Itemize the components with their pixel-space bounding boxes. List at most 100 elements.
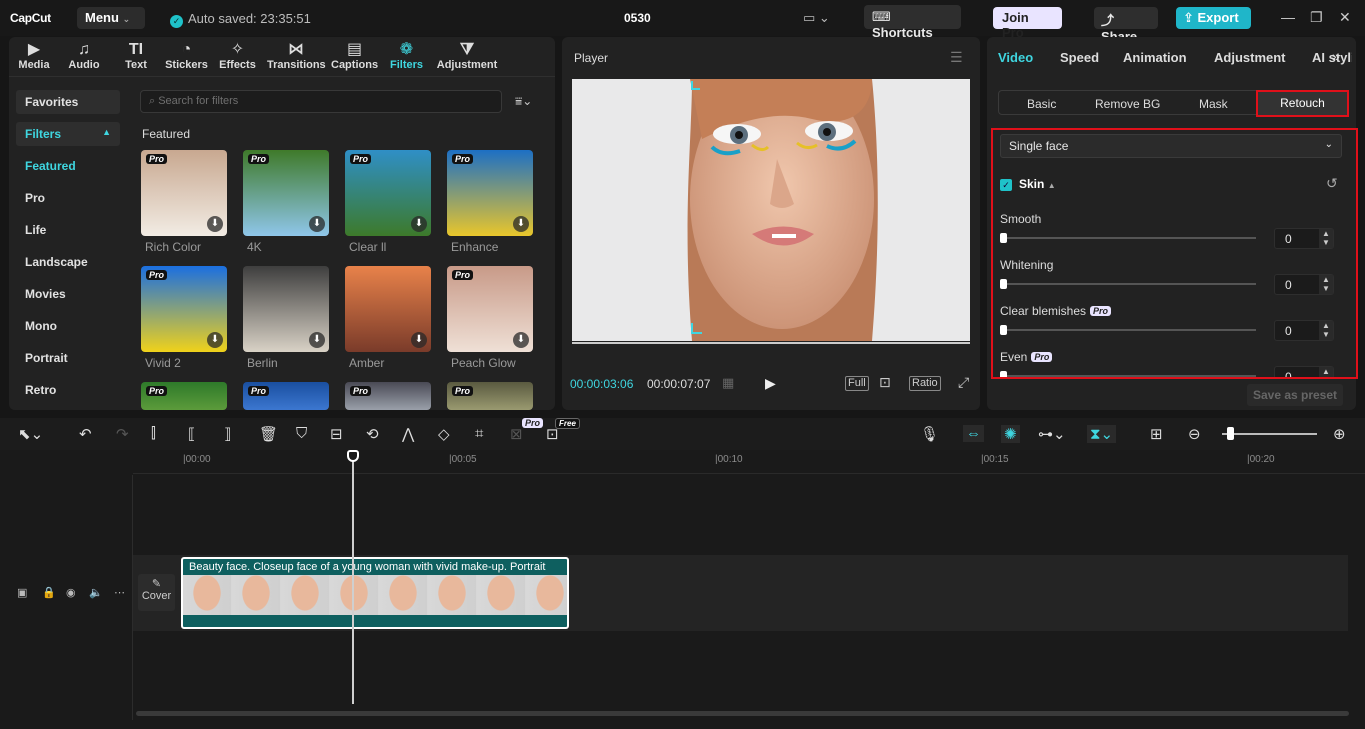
clear-blemishes-value[interactable]: 0 ▲ ▼ [1274, 320, 1334, 341]
export-button[interactable]: ⇪ Export [1176, 7, 1251, 29]
split-left-icon[interactable]: ⟦ [188, 425, 195, 443]
zoom-slider[interactable] [1222, 433, 1317, 435]
tab-effects[interactable]: ✧ Effects [219, 40, 256, 71]
download-icon[interactable]: ⬇ [411, 216, 427, 232]
subtab-mask[interactable]: Mask [1199, 97, 1228, 111]
select-cursor-icon[interactable]: ⬉⌄ [18, 425, 43, 443]
smooth-value[interactable]: 0 ▲ ▼ [1274, 228, 1334, 249]
filter-thumbnail[interactable]: Pro [345, 382, 431, 410]
playhead-handle[interactable] [347, 450, 359, 462]
split-icon[interactable]: ⫿ [151, 425, 156, 442]
microphone-icon[interactable]: 🎙 [920, 425, 939, 443]
play-icon[interactable]: ▶ [765, 375, 776, 392]
download-icon[interactable]: ⬇ [513, 216, 529, 232]
filter-thumbnail[interactable]: Pro ⬇ [243, 150, 329, 236]
save-preset-button[interactable]: Save as preset [1247, 384, 1343, 406]
eye-icon[interactable]: ◉ [66, 586, 76, 599]
nav-retro[interactable]: Retro [16, 378, 120, 402]
layout-icon[interactable]: ▭ ⌄ [803, 10, 830, 26]
subtab-remove-bg[interactable]: Remove BG [1095, 97, 1160, 111]
nav-filters[interactable]: Filters ▲ [16, 122, 120, 146]
even-slider[interactable] [1002, 375, 1256, 377]
join-pro-button[interactable]: Join Pro [993, 7, 1062, 40]
zoom-fit-icon[interactable]: ⊡ [879, 374, 891, 391]
auto-snap-icon[interactable]: ✺ [1001, 425, 1020, 443]
download-icon[interactable]: ⬇ [513, 332, 529, 348]
tab-media[interactable]: ▶ Media [17, 40, 51, 71]
rotate-icon[interactable]: ◇ [438, 425, 450, 443]
whitening-slider-handle[interactable] [1000, 279, 1007, 289]
filter-thumbnail[interactable]: Pro ⬇ [141, 266, 227, 352]
stepper-icon[interactable]: ▲▼ [1319, 229, 1333, 248]
redo-icon[interactable]: ↷ [116, 425, 129, 443]
nav-movies[interactable]: Movies [16, 282, 120, 306]
whitening-slider[interactable] [1002, 283, 1256, 285]
tab-text[interactable]: TI Text [121, 40, 151, 71]
tab-audio[interactable]: ♫ Audio [67, 40, 101, 71]
reset-icon[interactable]: ↺ [1326, 175, 1338, 192]
preview-axis-icon[interactable]: ⧗⌄ [1087, 425, 1117, 443]
full-button[interactable]: Full [845, 376, 869, 391]
tab-captions[interactable]: ▤ Captions [331, 40, 378, 71]
nav-favorites[interactable]: Favorites [16, 90, 120, 114]
mirror-icon[interactable]: ⋀ [402, 425, 414, 443]
filter-thumbnail[interactable]: Pro [447, 382, 533, 410]
filter-thumbnail[interactable]: ⬇ [243, 266, 329, 352]
stepper-icon[interactable]: ▲▼ [1319, 275, 1333, 294]
face-mode-select[interactable]: Single face ⌄ [1000, 134, 1342, 158]
close-icon[interactable]: ✕ [1339, 9, 1351, 26]
reverse-icon[interactable]: ⟲ [366, 425, 379, 443]
search-input[interactable]: ⌕ Search for filters [140, 90, 502, 113]
maximize-icon[interactable]: ❐ [1310, 9, 1323, 26]
track-preview-icon[interactable]: ▣ [17, 586, 27, 599]
even-value[interactable]: 0 ▲▼ [1274, 366, 1334, 377]
chevron-right-icon[interactable]: » [1332, 48, 1340, 64]
tab-stickers[interactable]: ◔ Stickers [165, 40, 208, 71]
smooth-slider[interactable] [1002, 237, 1256, 239]
filter-thumbnail[interactable]: ⬇ [345, 266, 431, 352]
nav-featured[interactable]: Featured [16, 154, 120, 178]
minimize-icon[interactable]: — [1281, 9, 1295, 25]
fullscreen-icon[interactable]: ⤢ [958, 374, 969, 391]
menu-button[interactable]: Menu ⌄ [77, 7, 145, 29]
filter-thumbnail[interactable]: Pro ⬇ [447, 150, 533, 236]
filter-thumbnail[interactable]: Pro ⬇ [447, 266, 533, 352]
player-progress[interactable] [572, 342, 970, 344]
split-right-icon[interactable]: ⟧ [224, 425, 231, 443]
tab-adjustment[interactable]: ⧩ Adjustment [436, 40, 498, 71]
filter-thumbnail[interactable]: Pro ⬇ [141, 150, 227, 236]
download-icon[interactable]: ⬇ [207, 332, 223, 348]
link-icon[interactable]: ⊶⌄ [1038, 425, 1066, 443]
marker-icon[interactable]: ⛉ [296, 425, 307, 442]
stepper-icon[interactable]: ▲▼ [1319, 321, 1333, 340]
subtab-basic[interactable]: Basic [1027, 97, 1056, 111]
zoom-slider-handle[interactable] [1227, 427, 1234, 440]
clear-blemishes-slider[interactable] [1002, 329, 1256, 331]
even-slider-handle[interactable] [1000, 371, 1007, 377]
freeze-icon[interactable]: ⊟ [330, 425, 343, 443]
nav-mono[interactable]: Mono [16, 314, 120, 338]
fit-icon[interactable]: ⊞ [1150, 425, 1163, 443]
download-icon[interactable]: ⬇ [309, 332, 325, 348]
menu-lines-icon[interactable]: ☰ [950, 49, 963, 66]
tab-animation[interactable]: Animation [1123, 50, 1187, 65]
main-track-magnet-icon[interactable]: ⇔ [963, 425, 984, 442]
time-ruler[interactable]: |00:00 |00:05 |00:10 |00:15 |00:20 [133, 450, 1365, 474]
clear-blemishes-slider-handle[interactable] [1000, 325, 1007, 335]
volume-icon[interactable]: 🔈 [89, 586, 103, 599]
nav-pro[interactable]: Pro [16, 186, 120, 210]
skin-section-title[interactable]: Skin ▲ [1019, 177, 1056, 191]
share-button[interactable]: ⤴ Share [1094, 7, 1158, 44]
filter-sort-icon[interactable]: ⩸⌄ [515, 94, 532, 109]
more-icon[interactable]: ⋯ [114, 586, 125, 599]
tab-video[interactable]: Video [998, 50, 1033, 65]
shortcuts-button[interactable]: ⌨ Shortcuts [864, 5, 961, 40]
grid-icon[interactable]: ▦ [722, 375, 734, 391]
nav-portrait[interactable]: Portrait [16, 346, 120, 370]
filter-thumbnail[interactable]: Pro [141, 382, 227, 410]
download-icon[interactable]: ⬇ [309, 216, 325, 232]
tab-adjustment-props[interactable]: Adjustment [1214, 50, 1286, 65]
auto-reframe-icon[interactable]: ⊠ [510, 425, 523, 443]
undo-icon[interactable]: ↶ [79, 425, 92, 443]
project-name[interactable]: 0530 [624, 11, 651, 25]
